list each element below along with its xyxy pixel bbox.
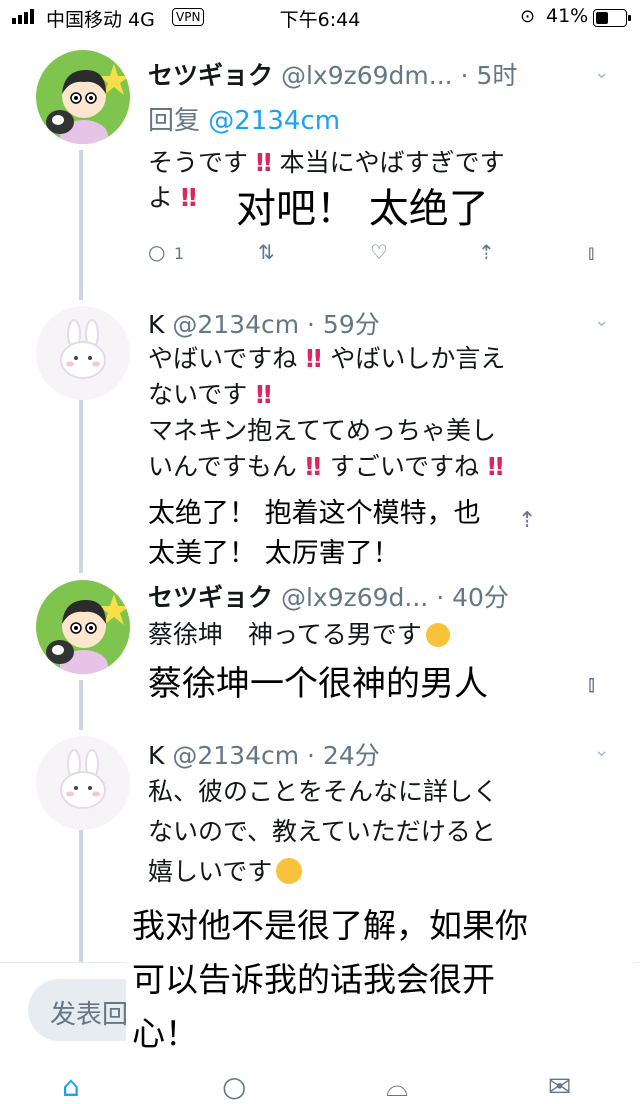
double-exclamation-emoji: ‼ (180, 183, 197, 212)
chevron-down-icon[interactable]: ⌄ (594, 740, 609, 761)
messages-icon[interactable]: ✉ (548, 1070, 571, 1103)
thread-line (79, 680, 83, 730)
handle-time[interactable]: @2134cm · 24分 (172, 741, 379, 770)
reply-prefix: 回复 (148, 106, 201, 136)
share-icon[interactable]: ⇡ (518, 508, 536, 533)
avatar[interactable] (36, 736, 130, 830)
display-name[interactable]: K (148, 741, 164, 770)
double-exclamation-emoji: ‼ (296, 452, 330, 481)
avatar[interactable] (36, 306, 130, 400)
tweet-text: 私、彼のことをそんなに詳しく ないので、教えていただけると 嬉しいです (148, 772, 608, 892)
like-icon[interactable]: ♡ (370, 240, 388, 264)
pleading-face-emoji (425, 623, 450, 647)
tweet-text-part: やばいですね (148, 344, 298, 373)
notifications-icon[interactable]: ⌓ (386, 1070, 408, 1104)
analytics-icon[interactable]: ⫾ (588, 672, 595, 697)
tweet-header: K @2134cm · 24分 (148, 736, 380, 772)
reply-context: 回复 @2134cm (148, 100, 340, 137)
translation-caption: 对吧！ 太绝了 (236, 185, 489, 233)
double-exclamation-emoji: ‼ (297, 344, 331, 373)
retweet-icon[interactable]: ⇅ (258, 240, 275, 264)
thread-line (79, 395, 83, 573)
tweet-text-part: ないです (148, 380, 248, 409)
tweet-text-part: 蔡徐坤 神ってる男です (148, 620, 422, 649)
search-icon[interactable]: ○ (222, 1070, 246, 1103)
double-exclamation-emoji: ‼ (255, 148, 272, 177)
tweet-header: K @2134cm · 59分 (148, 305, 380, 341)
display-name[interactable]: セツギョク (148, 583, 273, 612)
tweet-text-part: やばいしか言え (330, 344, 506, 373)
handle-time[interactable]: @lx9z69dm... · 5时 (281, 61, 517, 90)
reply-count: 1 (174, 244, 185, 263)
status-bar: 中国移动 4G VPN 下午6:44 ⊙ 41% (0, 0, 640, 34)
tweet-header: セツギョク @lx9z69dm... · 5时 (148, 56, 517, 92)
double-exclamation-emoji: ‼ (247, 380, 272, 409)
reply-mention-link[interactable]: @2134cm (208, 106, 340, 136)
tweet-text-part: 本当にやばすぎです (279, 148, 505, 177)
smiling-face-with-hearts-emoji (276, 858, 303, 884)
tweet-text-part: そうです (148, 148, 249, 177)
battery-icon (593, 9, 631, 27)
chevron-down-icon[interactable]: ⌄ (594, 62, 609, 83)
tweet-header: セツギョク @lx9z69d... · 40分 (148, 578, 509, 614)
tab-bar: ⌂ ○ ⌓ ✉ (0, 1060, 640, 1103)
display-name[interactable]: K (148, 310, 164, 339)
avatar[interactable] (36, 50, 130, 144)
tweet-text-part: 私、彼のことをそんなに詳しく ないので、教えていただけると 嬉しいです (148, 777, 499, 886)
translation-caption: 蔡徐坤一个很神的男人 (148, 664, 488, 704)
avatar[interactable] (36, 580, 130, 674)
thread-line (79, 150, 83, 300)
tweet-text-part: いんですもん (148, 452, 297, 481)
display-name[interactable]: セツギョク (148, 61, 273, 90)
tweet-text: やばいですね ‼ やばいしか言え ないです ‼ マネキン抱えててめっちゃ美し い… (148, 341, 608, 485)
tweet-actions: ○ 1 ⇅ ♡ ⇡ ⫾ (148, 240, 618, 270)
tweet-text-part: よ (148, 183, 174, 212)
tweet-text-part: マネキン抱えててめっちゃ美し (148, 416, 497, 445)
reply-placeholder: 发表回 (50, 1000, 129, 1030)
handle-time[interactable]: @lx9z69d... · 40分 (281, 583, 509, 612)
double-exclamation-emoji: ‼ (479, 452, 504, 481)
tweet-text-part: すごいですね (329, 452, 480, 481)
analytics-icon[interactable]: ⫾ (588, 240, 594, 264)
share-icon[interactable]: ⇡ (478, 240, 495, 264)
thread-line (79, 830, 83, 965)
orientation-lock-icon: ⊙ (520, 6, 536, 27)
chevron-down-icon[interactable]: ⌄ (594, 310, 609, 331)
clock: 下午6:44 (279, 9, 361, 31)
translation-caption: 太绝了！ 抱着这个模特，也 太美了！ 太厉害了！ (148, 498, 481, 569)
reply-icon[interactable]: ○ (148, 240, 165, 264)
translation-caption: 我对他不是很了解，如果你 可以告诉我的话我会很开 心！ (126, 895, 634, 1065)
battery-percent: 41% (546, 5, 589, 27)
home-icon[interactable]: ⌂ (62, 1070, 80, 1103)
tweet-text: 蔡徐坤 神ってる男です (148, 617, 608, 652)
handle-time[interactable]: @2134cm · 59分 (172, 310, 379, 339)
